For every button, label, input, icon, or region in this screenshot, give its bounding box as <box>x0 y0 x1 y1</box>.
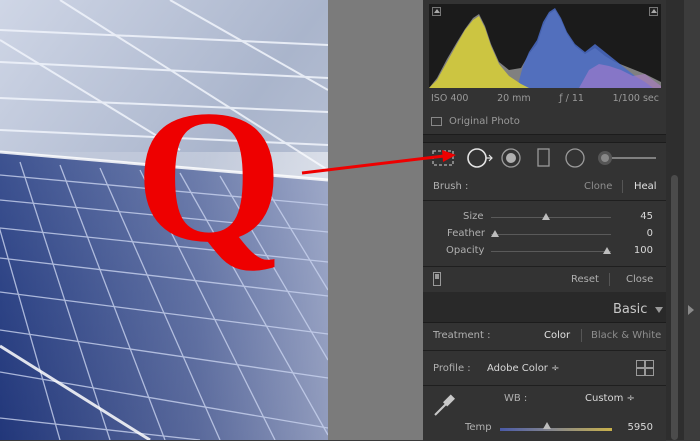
profile-label: Profile : <box>433 363 471 374</box>
histogram-panel: ISO 400 20 mm ƒ / 11 1/100 sec Original … <box>423 0 666 135</box>
treatment-color-button[interactable]: Color <box>544 330 570 341</box>
annotation-letter: Q <box>135 72 283 282</box>
close-button[interactable]: Close <box>626 274 653 285</box>
crop-overlay-icon[interactable] <box>432 150 454 166</box>
opacity-label: Opacity <box>446 245 485 256</box>
section-divider <box>423 385 666 386</box>
basic-panel-header[interactable]: Basic <box>423 296 666 324</box>
temp-label: Temp <box>465 422 492 433</box>
right-panel-edge[interactable] <box>684 0 700 440</box>
brush-divider <box>622 180 623 193</box>
wb-eyedropper-icon[interactable] <box>431 391 459 419</box>
feather-slider-thumb[interactable] <box>491 230 499 237</box>
iso-text: ISO 400 <box>431 93 469 104</box>
graduated-filter-icon[interactable] <box>536 147 552 169</box>
profile-dropdown[interactable]: Adobe Color ÷ <box>487 363 559 374</box>
original-photo-toggle[interactable]: Original Photo <box>431 116 520 127</box>
exif-info: ISO 400 20 mm ƒ / 11 1/100 sec <box>431 93 659 104</box>
shutter-text: 1/100 sec <box>612 93 659 104</box>
temp-value[interactable]: 5950 <box>613 422 653 433</box>
develop-right-panel: ISO 400 20 mm ƒ / 11 1/100 sec Original … <box>423 0 666 441</box>
scrollbar-thumb[interactable] <box>671 175 678 440</box>
treatment-label: Treatment : <box>433 330 491 341</box>
treatment-bw-button[interactable]: Black & White <box>591 330 661 341</box>
section-divider <box>423 350 666 351</box>
adjustment-brush-icon[interactable] <box>596 149 660 167</box>
section-divider <box>423 200 666 201</box>
basic-panel-title: Basic <box>613 302 648 317</box>
size-label: Size <box>463 211 484 222</box>
histogram-graph <box>429 4 661 88</box>
size-slider-track[interactable] <box>491 217 611 218</box>
wb-label: WB : <box>504 393 528 404</box>
original-photo-label: Original Photo <box>449 116 520 127</box>
original-photo-icon <box>431 117 442 126</box>
radial-filter-icon[interactable] <box>564 147 586 169</box>
treatment-divider <box>581 329 582 342</box>
panel-expand-arrow-icon[interactable] <box>688 305 694 315</box>
opacity-value[interactable]: 100 <box>613 245 653 256</box>
opacity-slider-thumb[interactable] <box>603 247 611 254</box>
size-value[interactable]: 45 <box>613 211 653 222</box>
brush-label: Brush : <box>433 181 469 192</box>
switch-toggle-icon[interactable] <box>433 272 441 286</box>
size-slider-thumb[interactable] <box>542 213 550 220</box>
aperture-text: ƒ / 11 <box>559 93 584 104</box>
opacity-slider-track[interactable] <box>491 251 611 252</box>
wb-dropdown[interactable]: Custom ÷ <box>585 393 635 404</box>
temp-slider-thumb[interactable] <box>543 422 551 429</box>
red-eye-icon[interactable] <box>500 147 522 169</box>
feather-label: Feather <box>447 228 486 239</box>
reset-button[interactable]: Reset <box>571 274 599 285</box>
reset-close-divider <box>609 273 610 286</box>
panel-scrollbar[interactable] <box>666 0 684 440</box>
panel-collapse-icon[interactable] <box>655 307 663 313</box>
temp-slider-track[interactable] <box>500 428 612 431</box>
profile-browser-grid-icon[interactable] <box>636 360 654 376</box>
spot-removal-panel: Brush : Clone Heal Size 45 Feather 0 Opa… <box>423 173 666 292</box>
heal-button[interactable]: Heal <box>634 181 657 192</box>
tool-strip <box>423 142 666 174</box>
spot-removal-icon[interactable] <box>466 147 494 169</box>
basic-panel: Treatment : Color Black & White Profile … <box>423 322 666 441</box>
feather-slider-track[interactable] <box>491 234 611 235</box>
focal-length-text: 20 mm <box>497 93 531 104</box>
canvas-background <box>328 0 423 440</box>
highlight-clipping-icon[interactable] <box>649 7 658 16</box>
clone-button[interactable]: Clone <box>584 181 612 192</box>
section-divider <box>423 266 666 267</box>
feather-value[interactable]: 0 <box>613 228 653 239</box>
shadow-clipping-icon[interactable] <box>432 7 441 16</box>
